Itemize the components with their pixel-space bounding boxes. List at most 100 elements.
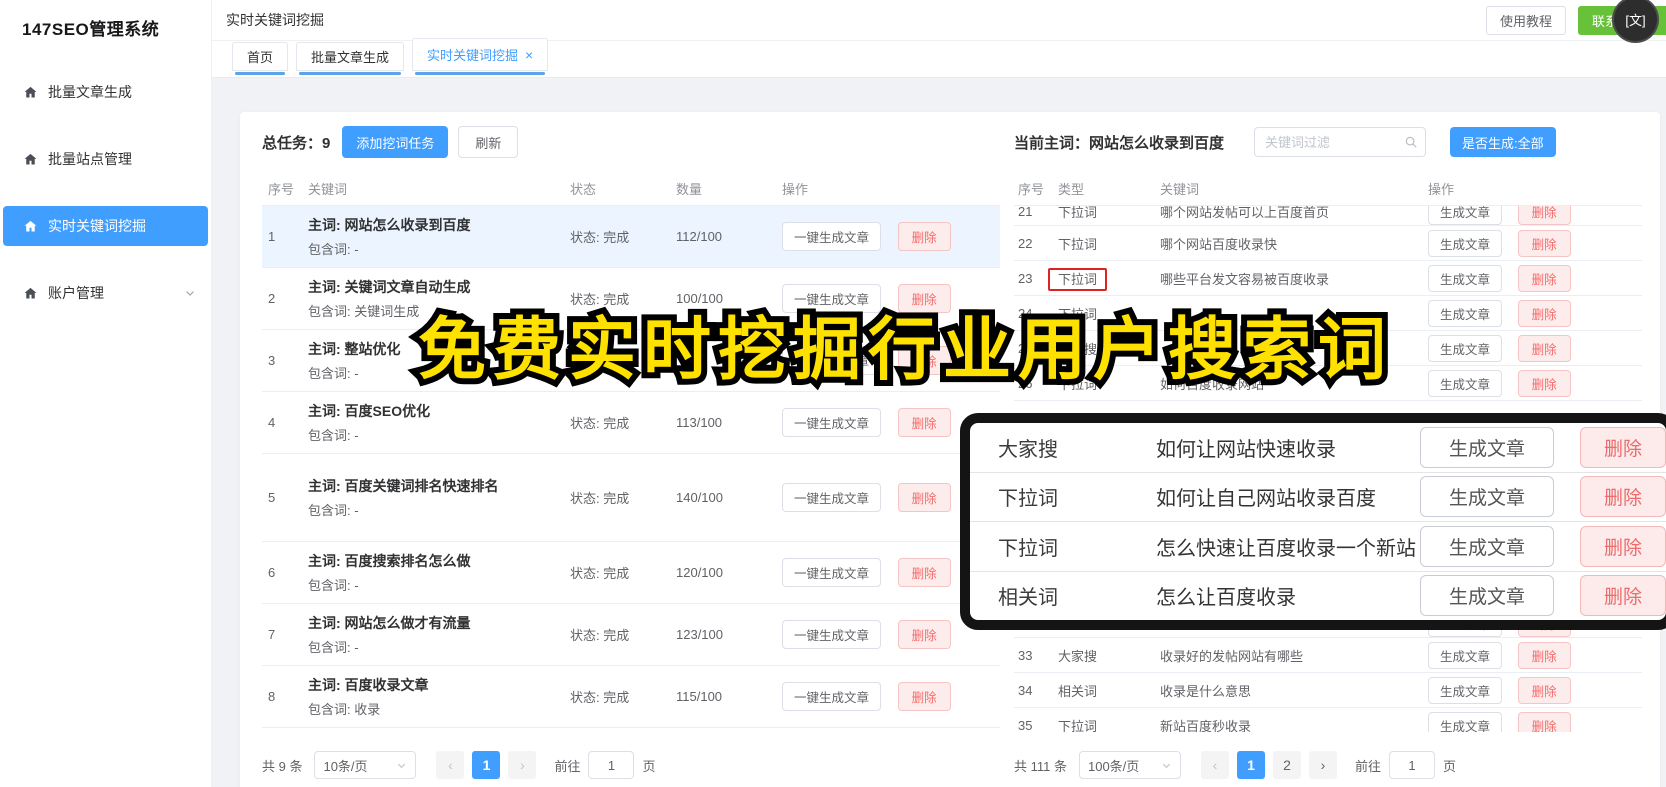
delete-button[interactable]: 删除 bbox=[1517, 299, 1571, 327]
delete-button[interactable]: 删除 bbox=[1517, 676, 1571, 704]
keyword-type: 相关词 bbox=[1058, 683, 1098, 699]
delete-button[interactable]: 删除 bbox=[1580, 525, 1666, 567]
delete-button[interactable]: 删除 bbox=[1517, 229, 1571, 257]
delete-button[interactable]: 删除 bbox=[897, 222, 951, 251]
generate-article-button[interactable]: 生成文章 bbox=[1428, 264, 1503, 292]
sidebar-item[interactable]: 批量站点管理 bbox=[3, 139, 208, 179]
row-index: 34 bbox=[1018, 682, 1033, 698]
generate-article-button[interactable]: 一键生成文章 bbox=[782, 483, 882, 512]
generate-article-button[interactable]: 生成文章 bbox=[1428, 334, 1503, 362]
keyword-actions: 生成文章 删除 bbox=[1428, 206, 1642, 225]
generate-article-button[interactable]: 生成文章 bbox=[1420, 525, 1554, 567]
generate-article-button[interactable]: 生成文章 bbox=[1428, 299, 1503, 327]
sidebar-item[interactable]: 批量文章生成 bbox=[3, 72, 208, 112]
page-size-select[interactable]: 100条/页 bbox=[1078, 751, 1181, 779]
tab[interactable]: 实时关键词挖掘 × bbox=[412, 38, 549, 75]
keyword-row: 25 大家搜 生成文章 删除 bbox=[1014, 331, 1642, 366]
task-quantity: 100/100 bbox=[676, 291, 723, 306]
keyword-actions: 生成文章 删除 bbox=[1428, 229, 1642, 257]
generate-article-button[interactable]: 生成文章 bbox=[1428, 676, 1503, 704]
delete-button[interactable]: 删除 bbox=[897, 483, 951, 512]
generate-article-button[interactable]: 一键生成文章 bbox=[782, 558, 882, 587]
keyword-text: 哪些平台发文容易被百度收录 bbox=[1160, 271, 1330, 287]
keyword-type: 大家搜 bbox=[998, 438, 1058, 461]
tutorial-button[interactable]: 使用教程 bbox=[1485, 5, 1566, 35]
task-keyword: 主词: 百度搜索排名怎么做 bbox=[308, 552, 471, 569]
prev-page-button[interactable]: ‹ bbox=[436, 751, 465, 779]
generate-article-button[interactable]: 一键生成文章 bbox=[782, 408, 882, 437]
close-icon[interactable]: × bbox=[525, 48, 533, 62]
sidebar-item[interactable]: 账户管理 bbox=[3, 273, 208, 313]
delete-button[interactable]: 删除 bbox=[1580, 575, 1666, 617]
page-number-1[interactable]: 1 bbox=[472, 751, 501, 779]
delete-button[interactable]: 删除 bbox=[897, 408, 951, 437]
col-actions: 操作 bbox=[1428, 182, 1455, 197]
task-row[interactable]: 2 主词: 关键词文章自动生成 包含词: 关键词生成 状态: 完成 100/10… bbox=[262, 268, 1000, 330]
task-row[interactable]: 4 主词: 百度SEO优化 包含词: - 状态: 完成 113/100 一键生成… bbox=[262, 392, 1000, 454]
delete-button[interactable]: 删除 bbox=[1580, 426, 1666, 468]
task-row[interactable]: 7 主词: 网站怎么做才有流量 包含词: - 状态: 完成 123/100 一键… bbox=[262, 604, 1000, 666]
generate-article-button[interactable]: 生成文章 bbox=[1428, 206, 1503, 225]
task-row[interactable]: 8 主词: 百度收录文章 包含词: 收录 状态: 完成 115/100 一键生成… bbox=[262, 666, 1000, 728]
task-include-words: 包含词: - bbox=[308, 640, 359, 656]
keyword-type: 下拉词 bbox=[1058, 206, 1098, 220]
delete-button[interactable]: 删除 bbox=[897, 620, 951, 649]
keyword-type-cell: 下拉词 bbox=[1058, 716, 1160, 733]
generate-article-button[interactable]: 生成文章 bbox=[1428, 229, 1503, 257]
row-index: 5 bbox=[268, 490, 276, 505]
inset-keyword-row: 相关词 怎么让百度收录 生成文章 删除 bbox=[970, 572, 1666, 621]
delete-button[interactable]: 删除 bbox=[1517, 264, 1571, 292]
generate-article-button[interactable]: 生成文章 bbox=[1420, 476, 1554, 518]
task-row[interactable]: 6 主词: 百度搜索排名怎么做 包含词: - 状态: 完成 120/100 一键… bbox=[262, 542, 1000, 604]
generate-article-button[interactable]: 生成文章 bbox=[1428, 711, 1503, 732]
next-page-button[interactable]: › bbox=[1308, 751, 1337, 779]
row-index: 25 bbox=[1018, 340, 1033, 356]
task-status: 状态: 完成 bbox=[570, 628, 630, 643]
generate-article-button[interactable]: 一键生成文章 bbox=[782, 284, 882, 313]
keyword-type: 下拉词 bbox=[998, 537, 1058, 560]
delete-button[interactable]: 删除 bbox=[897, 558, 951, 587]
generate-article-button[interactable]: 生成文章 bbox=[1420, 575, 1554, 617]
delete-button[interactable]: 删除 bbox=[1580, 476, 1666, 518]
delete-button[interactable]: 删除 bbox=[1517, 369, 1571, 397]
keyword-type: 大家搜 bbox=[1058, 341, 1098, 357]
delete-button[interactable]: 删除 bbox=[1517, 334, 1571, 362]
chevron-down-icon bbox=[184, 287, 196, 299]
keyword-filter bbox=[1254, 127, 1427, 157]
page-number-1[interactable]: 1 bbox=[1236, 751, 1265, 779]
delete-button[interactable]: 删除 bbox=[897, 346, 951, 375]
generate-article-button[interactable]: 一键生成文章 bbox=[782, 620, 882, 649]
goto-page-input[interactable] bbox=[588, 751, 635, 779]
page-size-select[interactable]: 10条/页 bbox=[314, 751, 417, 779]
task-row[interactable]: 1 主词: 网站怎么收录到百度 包含词: - 状态: 完成 112/100 一键… bbox=[262, 206, 1000, 268]
sidebar-item[interactable]: 实时关键词挖掘 bbox=[3, 206, 208, 246]
keyword-row: 35 下拉词 新站百度秒收录 生成文章 删除 bbox=[1014, 708, 1642, 732]
next-page-button[interactable]: › bbox=[508, 751, 537, 779]
task-row[interactable]: 3 主词: 整站优化 包含词: - 状态: 完成 一键生成文章 删除 bbox=[262, 330, 1000, 392]
page-number-2[interactable]: 2 bbox=[1272, 751, 1301, 779]
generate-all-button[interactable]: 是否生成:全部 bbox=[1450, 127, 1556, 157]
generate-article-button[interactable]: 生成文章 bbox=[1428, 641, 1503, 669]
generate-article-button[interactable]: 一键生成文章 bbox=[782, 682, 882, 711]
delete-button[interactable]: 删除 bbox=[897, 682, 951, 711]
task-pagination: 共 9 条 10条/页 ‹1› 前往 页 bbox=[262, 751, 656, 779]
generate-article-button[interactable]: 生成文章 bbox=[1428, 369, 1503, 397]
tab[interactable]: 批量文章生成 bbox=[296, 42, 405, 75]
goto-page-input[interactable] bbox=[1389, 751, 1435, 779]
generate-article-button[interactable]: 生成文章 bbox=[1420, 426, 1554, 468]
tab[interactable]: 首页 bbox=[232, 42, 289, 75]
delete-button[interactable]: 删除 bbox=[1517, 206, 1571, 225]
generate-article-button[interactable]: 一键生成文章 bbox=[782, 346, 882, 375]
add-task-button[interactable]: 添加挖词任务 bbox=[342, 126, 449, 158]
task-toolbar: 总任务：9 添加挖词任务 刷新 bbox=[262, 126, 1000, 158]
delete-button[interactable]: 删除 bbox=[1517, 711, 1571, 732]
delete-button[interactable]: 删除 bbox=[897, 284, 951, 313]
task-row[interactable]: 5 主词: 百度关键词排名快速排名 包含词: - 状态: 完成 140/100 … bbox=[262, 454, 1000, 542]
refresh-button[interactable]: 刷新 bbox=[458, 126, 519, 158]
sidebar-menu: 批量文章生成 批量站点管理 实时关键词挖掘 账户管理 bbox=[0, 72, 211, 313]
generate-article-button[interactable]: 一键生成文章 bbox=[782, 222, 882, 251]
delete-button[interactable]: 删除 bbox=[1517, 641, 1571, 669]
prev-page-button[interactable]: ‹ bbox=[1200, 751, 1229, 779]
task-quantity: 120/100 bbox=[676, 565, 723, 580]
keyword-filter-input[interactable] bbox=[1254, 127, 1427, 157]
